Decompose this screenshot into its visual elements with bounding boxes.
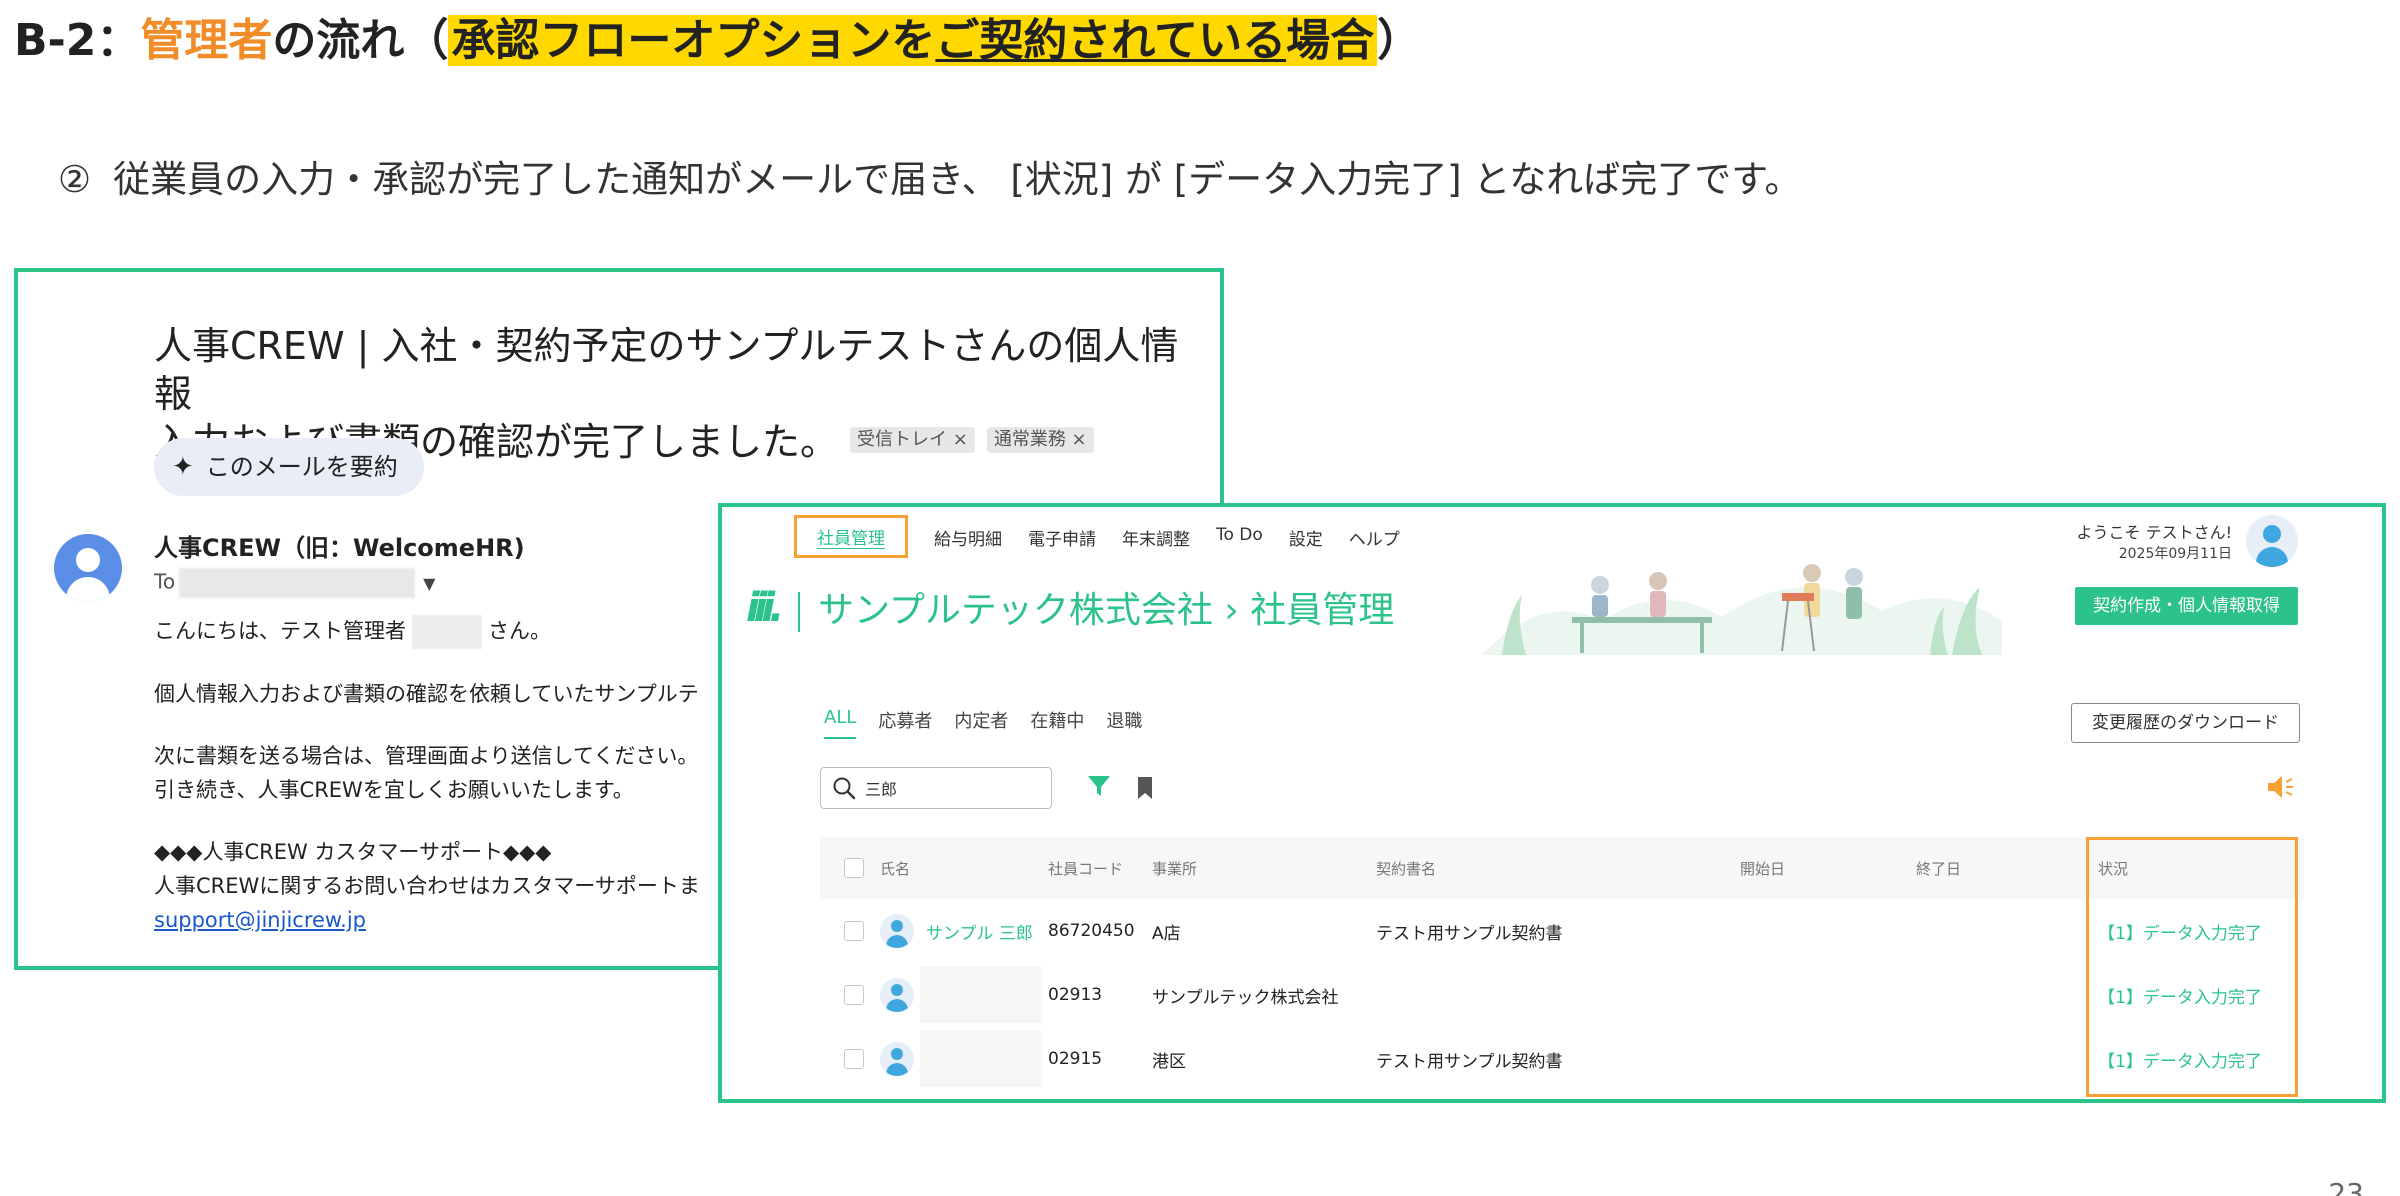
status-link[interactable]: 【1】データ入力完了 [2098,919,2262,944]
slide-title: B-2：管理者の流れ（承認フローオプションをご契約されている場合） [14,6,1421,76]
work-label-chip[interactable]: 通常業務 × [986,426,1094,453]
status-link[interactable]: 【1】データ入力完了 [2098,983,2262,1008]
company-name: サンプルテック株式会社 [818,590,1213,631]
title-highlight-1: 承認フローオプションを [451,15,936,66]
summarize-email-button[interactable]: ✦ このメールを要約 [154,438,424,496]
support-email-link[interactable]: support@jinjicrew.jp [154,908,366,932]
top-nav: 社員管理 給与明細 電子申請 年末調整 To Do 設定 ヘルプ [794,515,1426,560]
col-office[interactable]: 事業所 [1152,837,1197,899]
tab-retired[interactable]: 退職 [1106,707,1142,739]
nav-todo[interactable]: To Do [1216,517,1287,560]
search-field[interactable] [820,767,1052,809]
admin-header: 社員管理 給与明細 電子申請 年末調整 To Do 設定 ヘルプ iii. サン… [722,507,2382,655]
sparkle-icon: ✦ [172,452,194,482]
filter-icon[interactable] [1086,773,1112,799]
admin-screenshot: 社員管理 給与明細 電子申請 年末調整 To Do 設定 ヘルプ iii. サン… [718,503,2386,1103]
employee-code: 02915 [1048,1049,1103,1069]
search-input[interactable] [865,774,1035,802]
row-checkbox[interactable] [844,921,864,941]
select-all-checkbox[interactable] [844,858,864,878]
download-history-button[interactable]: 変更履歴のダウンロード [2071,703,2300,743]
col-start-date[interactable]: 開始日 [1740,837,1785,899]
breadcrumb-separator: › [1224,590,1239,631]
nav-e-application[interactable]: 電子申請 [1028,517,1120,560]
instruction: ② 従業員の入力・承認が完了した通知がメールで届き、 [状況] が [データ入力完… [58,152,1802,208]
heading-divider [798,592,800,632]
table-row[interactable]: 02913 サンプルテック株式会社 【1】データ入力完了 [820,963,2304,1027]
title-suffix: ） [1377,15,1422,66]
inbox-label-chip[interactable]: 受信トレイ × [850,426,975,453]
col-status[interactable]: 状況 [2098,837,2128,899]
contract-name: テスト用サンプル契約書 [1376,1051,1563,1072]
app-logo[interactable]: iii. [746,585,784,631]
tab-applicants[interactable]: 応募者 [878,707,932,739]
col-contract[interactable]: 契約書名 [1376,837,1436,899]
redacted-employee-name [920,967,1042,1023]
title-highlight-2: ご契約されている [935,15,1287,66]
col-name[interactable]: 氏名 [880,837,910,899]
status-link[interactable]: 【1】データ入力完了 [2098,1047,2262,1072]
search-icon [833,777,856,800]
recipient-line[interactable]: To ▼ [154,568,435,598]
employee-office: サンプルテック株式会社 [1152,987,1339,1008]
sender-avatar [54,534,122,602]
sender-name: 人事CREW（旧：WelcomeHR) [154,534,525,562]
row-checkbox[interactable] [844,1049,864,1069]
employee-office: A店 [1152,923,1181,944]
nav-settings[interactable]: 設定 [1289,517,1347,560]
employee-avatar [880,978,914,1012]
title-highlight-3: 場合 [1286,15,1375,66]
col-code[interactable]: 社員コード [1048,837,1123,899]
title-prefix: B-2： [14,15,141,66]
speaker-icon[interactable] [2266,773,2296,801]
summarize-label: このメールを要約 [205,453,398,481]
status-filter-tabs: ALL 応募者 内定者 在籍中 退職 [824,707,1142,739]
nav-year-end-adjustment[interactable]: 年末調整 [1122,517,1214,560]
table-header: 氏名 社員コード 事業所 契約書名 開始日 終了日 状況 [820,837,2304,899]
step-number: ② [58,158,92,201]
redacted-name [412,615,482,649]
nav-employee-management[interactable]: 社員管理 [794,515,908,558]
user-avatar[interactable] [2246,515,2298,567]
employee-avatar [880,1042,914,1076]
employee-code: 02913 [1048,985,1103,1005]
employee-name-link[interactable]: サンプル 三郎 [926,919,1033,944]
tab-offered[interactable]: 内定者 [954,707,1008,739]
tab-employed[interactable]: 在籍中 [1030,707,1084,739]
header-illustration [1482,564,2002,655]
employee-avatar [880,914,914,948]
employee-code: 86720450 [1048,921,1135,941]
table-row[interactable]: サンプル 三郎 86720450 A店 テスト用サンプル契約書 【1】データ入力… [820,899,2304,963]
title-mid: の流れ（ [272,15,449,66]
bookmark-icon[interactable] [1136,775,1154,801]
email-subject-line-1: 人事CREW | 入社・契約予定のサンプルテストさんの個人情報 [154,324,1179,416]
col-end-date[interactable]: 終了日 [1916,837,1961,899]
nav-help[interactable]: ヘルプ [1349,517,1424,560]
instruction-text: 従業員の入力・承認が完了した通知がメールで届き、 [状況] が [データ入力完了… [113,158,1802,201]
nav-payslip[interactable]: 給与明細 [934,517,1026,560]
title-highlight: 承認フローオプションをご契約されている場合 [448,15,1378,66]
employee-office: 港区 [1152,1051,1186,1072]
caret-down-icon[interactable]: ▼ [423,574,435,593]
table-row[interactable]: 02915 港区 テスト用サンプル契約書 【1】データ入力完了 [820,1027,2304,1091]
page-title: 社員管理 [1250,590,1395,631]
page-heading: サンプルテック株式会社 › 社員管理 [798,581,1394,633]
contract-name: テスト用サンプル契約書 [1376,923,1563,944]
employee-table: 氏名 社員コード 事業所 契約書名 開始日 終了日 状況 サンプル 三郎 867… [820,837,2304,1091]
redacted-employee-name [920,1031,1042,1087]
current-date: 2025年09月11日 [2118,546,2232,562]
row-checkbox[interactable] [844,985,864,1005]
to-label: To [154,569,176,594]
title-role: 管理者 [140,15,273,66]
page-number: 23 [2328,1177,2364,1196]
create-contract-button[interactable]: 契約作成・個人情報取得 [2075,587,2298,625]
welcome-text: ようこそ テストさん! [2076,523,2232,542]
tab-all[interactable]: ALL [824,707,857,739]
recipient-redacted [179,568,416,598]
